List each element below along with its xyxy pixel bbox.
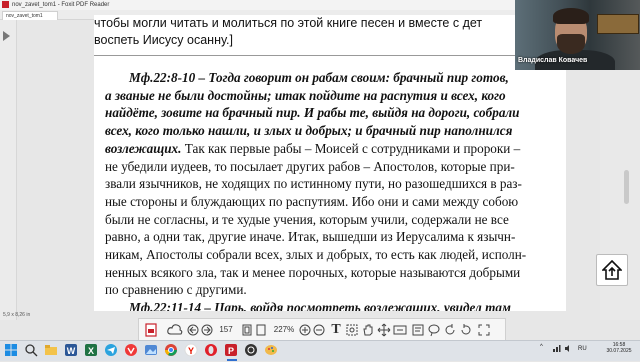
commentary-text: ные стороны и блуждающих по распутиям. И… bbox=[105, 193, 519, 209]
cloud-upload-icon[interactable] bbox=[167, 323, 183, 337]
photos-icon[interactable] bbox=[144, 343, 160, 359]
rotate-right-icon[interactable] bbox=[459, 323, 473, 337]
text-line: всех, кого только нашли, и злых и добрых… bbox=[105, 122, 550, 140]
page-top-text: чтобы могли читать и молиться по этой кн… bbox=[94, 15, 564, 49]
scripture-quote: всех, кого только нашли, и злых и добрых… bbox=[105, 123, 513, 139]
commentary-text: равно, а одни так, другие иначе. Итак, в… bbox=[105, 229, 516, 245]
word-icon[interactable]: W bbox=[64, 343, 80, 359]
search-icon[interactable] bbox=[24, 343, 40, 359]
obs-icon[interactable] bbox=[244, 343, 260, 359]
tray-chevron-icon[interactable]: ^ bbox=[540, 344, 543, 350]
commentary-text: по сравнению с другими. bbox=[105, 282, 247, 298]
text-line: не убедили иудеев, то посылает других ра… bbox=[105, 158, 550, 176]
yandex-browser-icon[interactable]: Y bbox=[184, 343, 200, 359]
page-thumbnail-icon[interactable] bbox=[255, 323, 267, 337]
webcam-video: Владислав Ковачев bbox=[515, 0, 640, 70]
marquee-zoom-icon[interactable] bbox=[393, 323, 407, 337]
hand-tool-icon[interactable] bbox=[361, 323, 375, 337]
taskbar: W X Y P ^ RU 16:58 30.07.2025 bbox=[0, 340, 640, 361]
rotate-left-icon[interactable] bbox=[443, 323, 457, 337]
left-navigation-panel bbox=[0, 20, 17, 320]
share-button[interactable] bbox=[596, 254, 628, 286]
previous-page-icon[interactable] bbox=[187, 323, 199, 337]
window-title: nov_zavet_tom1 - Foxit PDF Reader bbox=[12, 2, 110, 8]
opera-icon[interactable] bbox=[204, 343, 220, 359]
next-page-icon[interactable] bbox=[201, 323, 213, 337]
start-icon[interactable] bbox=[4, 343, 20, 359]
network-icon[interactable] bbox=[552, 344, 561, 355]
bottom-toolbar: 157 227% T bbox=[138, 318, 506, 342]
chrome-icon[interactable] bbox=[164, 343, 180, 359]
page-size-label: 5,9 x 8,26 in bbox=[3, 312, 31, 318]
file-explorer-icon[interactable] bbox=[44, 343, 60, 359]
text-line: по сравнению с другими. bbox=[105, 281, 550, 299]
commentary-text: Так как первые рабы – Моисей с сотрудник… bbox=[181, 140, 521, 156]
pdf-file-icon[interactable] bbox=[145, 323, 159, 337]
move-tool-icon[interactable] bbox=[377, 323, 391, 337]
tab-document[interactable]: nov_zavet_tom1 bbox=[2, 11, 58, 20]
zoom-level-field[interactable]: 227% bbox=[271, 323, 297, 337]
commentary-text: были не согласны, и те худые учения, кот… bbox=[105, 211, 509, 227]
foxit-pdf-taskbar-icon[interactable]: P bbox=[224, 343, 240, 361]
text-line: ненных всякого зла, так и менее порочных… bbox=[105, 264, 550, 282]
scripture-quote: возлежащих. bbox=[105, 140, 182, 156]
text-select-icon[interactable]: T bbox=[329, 323, 343, 337]
text-line: найдёте, зовите на брачный пир. И рабы т… bbox=[105, 104, 550, 122]
text-line: равно, а одни так, другие иначе. Итак, в… bbox=[105, 228, 550, 246]
sticky-note-icon[interactable] bbox=[411, 323, 425, 337]
excel-icon[interactable]: X bbox=[84, 343, 100, 359]
document-body: Мф.22:8-10 – Тогда говорит он рабам свои… bbox=[105, 69, 550, 311]
fit-page-icon[interactable] bbox=[241, 323, 253, 337]
foxit-app-icon bbox=[2, 1, 9, 8]
volume-icon[interactable] bbox=[564, 344, 573, 355]
svg-text:Y: Y bbox=[188, 346, 194, 356]
scripture-quote: Мф.22:8-10 – Тогда говорит он рабам свои… bbox=[129, 70, 509, 85]
text-line: Мф.22:8-10 – Тогда говорит он рабам свои… bbox=[105, 69, 550, 87]
telegram-icon[interactable] bbox=[104, 343, 120, 359]
bookshelf bbox=[597, 14, 639, 34]
commentary-text: никам, Апостолы собрали всех, злых и доб… bbox=[105, 247, 527, 263]
top-text-line: чтобы могли читать и молиться по этой кн… bbox=[94, 16, 483, 30]
participant-name: Владислав Ковачев bbox=[518, 57, 588, 64]
language-indicator[interactable]: RU bbox=[578, 346, 587, 352]
svg-text:X: X bbox=[88, 346, 94, 356]
text-line: были не согласны, и те худые учения, кот… bbox=[105, 211, 550, 229]
text-line: никам, Апостолы собрали всех, злых и доб… bbox=[105, 246, 550, 264]
clock[interactable]: 16:58 30.07.2025 bbox=[604, 342, 634, 354]
zoom-out-icon[interactable] bbox=[313, 323, 325, 337]
vivaldi-icon[interactable] bbox=[124, 343, 140, 359]
lasso-icon[interactable] bbox=[427, 323, 441, 337]
text-line: Мф.22:11-14 – Царь, войдя посмотреть воз… bbox=[105, 299, 550, 311]
scripture-quote: а званые не были достойны; итак пойдите … bbox=[105, 87, 506, 103]
expand-panel-icon[interactable] bbox=[3, 31, 10, 41]
clock-date: 30.07.2025 bbox=[606, 348, 632, 354]
fullscreen-icon[interactable] bbox=[477, 323, 491, 337]
svg-text:P: P bbox=[228, 346, 234, 356]
commentary-text: не убедили иудеев, то посылает других ра… bbox=[105, 158, 515, 174]
scripture-quote: найдёте, зовите на брачный пир. И рабы т… bbox=[105, 105, 520, 121]
page-divider bbox=[94, 55, 566, 56]
zoom-in-icon[interactable] bbox=[299, 323, 311, 337]
home-upload-icon bbox=[602, 260, 622, 280]
svg-text:W: W bbox=[67, 346, 76, 356]
commentary-text: ненных всякого зла, так и менее порочных… bbox=[105, 264, 521, 280]
pdf-page: чтобы могли читать и молиться по этой кн… bbox=[94, 15, 566, 311]
commentary-text: звали язычников, не ходящих по истинному… bbox=[105, 176, 522, 192]
text-line: возлежащих. Так как первые рабы – Моисей… bbox=[105, 140, 550, 158]
scrollbar-thumb[interactable] bbox=[624, 170, 629, 204]
text-line: ные стороны и блуждающих по распутиям. И… bbox=[105, 193, 550, 211]
top-text-line: воспеть Иисусу осанну.] bbox=[94, 33, 233, 47]
scripture-quote: Мф.22:11-14 – Царь, войдя посмотреть воз… bbox=[129, 300, 511, 311]
page-number-field[interactable]: 157 bbox=[215, 323, 237, 337]
paint-icon[interactable] bbox=[264, 343, 280, 359]
snapshot-icon[interactable] bbox=[345, 323, 359, 337]
text-line: звали язычников, не ходящих по истинному… bbox=[105, 175, 550, 193]
text-line: а званые не были достойны; итак пойдите … bbox=[105, 87, 550, 105]
